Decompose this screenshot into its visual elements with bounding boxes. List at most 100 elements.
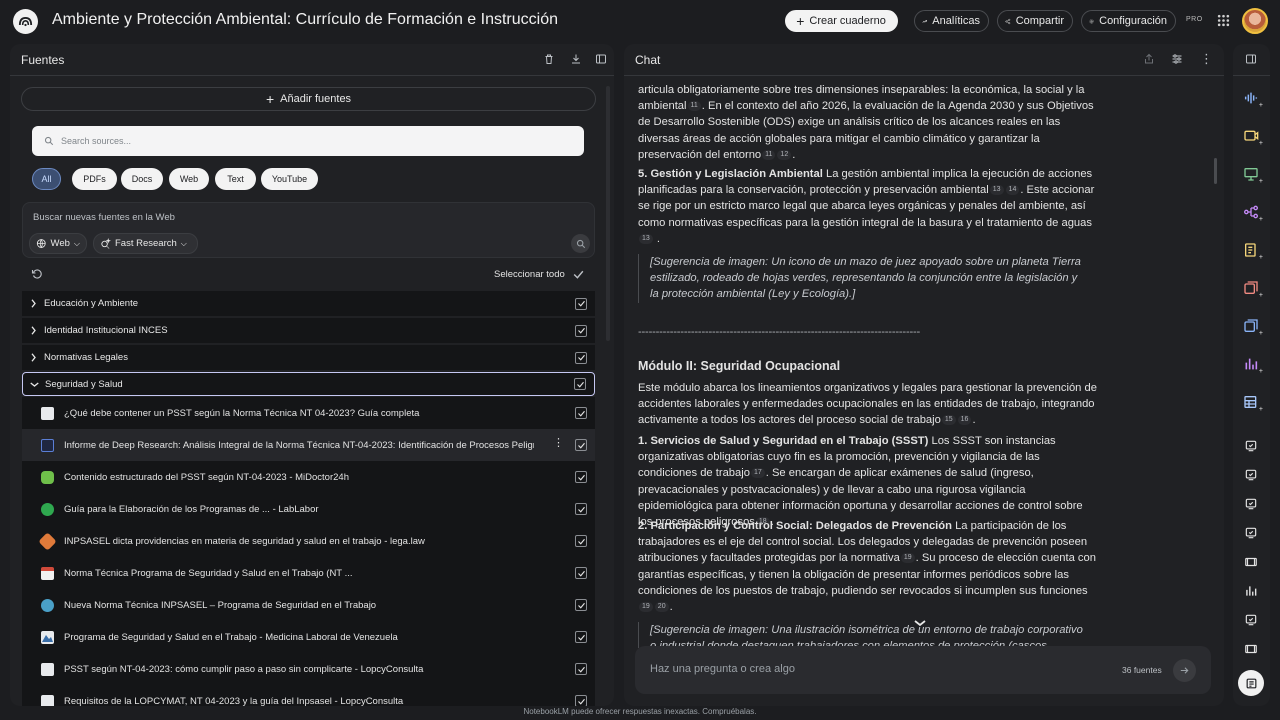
- checkbox-checked[interactable]: [575, 695, 587, 706]
- checkbox-checked[interactable]: [575, 407, 587, 419]
- source-item[interactable]: Requisitos de la LOPCYMAT, NT 04-2023 y …: [22, 685, 595, 706]
- settings-button[interactable]: Configuración: [1081, 10, 1176, 32]
- folder-identidad-inces[interactable]: Identidad Institucional INCES: [22, 318, 595, 343]
- checkbox-checked[interactable]: [575, 535, 587, 547]
- checkbox-checked[interactable]: [575, 631, 587, 643]
- user-avatar[interactable]: [1242, 8, 1268, 34]
- saved-slides-icon[interactable]: [1241, 639, 1261, 659]
- saved-note-icon[interactable]: [1241, 465, 1261, 485]
- mind-map-icon[interactable]: +: [1241, 202, 1263, 223]
- citation-chip[interactable]: 19: [900, 553, 915, 564]
- scroll-down-icon[interactable]: [914, 618, 926, 628]
- saved-note-icon[interactable]: [1241, 436, 1261, 456]
- folder-educacion-ambiente[interactable]: Educación y Ambiente: [22, 291, 595, 316]
- saved-slides-icon[interactable]: [1241, 552, 1261, 572]
- notebook-title[interactable]: Ambiente y Protección Ambiental: Currícu…: [52, 11, 558, 29]
- flashcards-icon[interactable]: +: [1241, 278, 1263, 299]
- web-search-submit-button[interactable]: [571, 234, 590, 253]
- expand-panel-icon[interactable]: [1245, 53, 1257, 65]
- citation-chip[interactable]: 13: [989, 185, 1004, 196]
- citation-chip[interactable]: 15: [941, 415, 956, 426]
- saved-note-icon[interactable]: [1241, 610, 1261, 630]
- web-dropdown-label: Web: [50, 238, 70, 249]
- citation-chip[interactable]: 17: [750, 468, 765, 479]
- video-overview-icon[interactable]: +: [1241, 126, 1263, 147]
- add-note-button[interactable]: [1238, 670, 1264, 696]
- citation-chip[interactable]: 19: [639, 602, 653, 613]
- add-sources-button[interactable]: + Añadir fuentes: [21, 87, 596, 111]
- source-label: Programa de Seguridad y Salud en el Trab…: [64, 631, 398, 643]
- share-label: Compartir: [1015, 15, 1064, 27]
- citation-chip[interactable]: 14: [1005, 185, 1020, 196]
- export-icon[interactable]: [1143, 53, 1155, 65]
- filter-chip-youtube[interactable]: YouTube: [261, 168, 318, 190]
- source-item[interactable]: Nueva Norma Técnica INPSASEL – Programa …: [22, 589, 595, 621]
- source-item[interactable]: PSST según NT-04-2023: cómo cumplir paso…: [22, 653, 595, 685]
- folder-normativas-legales[interactable]: Normativas Legales: [22, 345, 595, 370]
- filter-chip-pdfs[interactable]: PDFs: [72, 168, 117, 190]
- source-item[interactable]: Programa de Seguridad y Salud en el Trab…: [22, 621, 595, 653]
- web-source-dropdown[interactable]: Web ⌵: [29, 233, 87, 254]
- research-mode-dropdown[interactable]: Fast Research ⌵: [93, 233, 198, 254]
- search-sources-box[interactable]: [32, 126, 584, 156]
- checkbox-checked[interactable]: [574, 378, 586, 390]
- presentation-icon[interactable]: +: [1241, 164, 1263, 185]
- filter-chip-docs[interactable]: Docs: [121, 168, 163, 190]
- saved-chart-icon[interactable]: [1241, 581, 1261, 601]
- sources-scrollbar[interactable]: [606, 86, 610, 341]
- source-item[interactable]: Norma Técnica Programa de Seguridad y Sa…: [22, 557, 595, 589]
- audio-overview-icon[interactable]: +: [1241, 88, 1263, 109]
- filter-chip-all[interactable]: All: [32, 168, 61, 190]
- share-button[interactable]: Compartir: [997, 10, 1073, 32]
- send-button[interactable]: [1173, 659, 1196, 682]
- search-sources-input[interactable]: [61, 136, 541, 146]
- checkbox-checked[interactable]: [575, 297, 587, 310]
- more-options-icon[interactable]: ⋮: [553, 438, 564, 449]
- source-item[interactable]: Contenido estructurado del PSST según NT…: [22, 461, 595, 493]
- citation-chip[interactable]: 12: [777, 149, 792, 160]
- folder-seguridad-salud[interactable]: Seguridad y Salud: [22, 372, 595, 396]
- chat-scrollbar[interactable]: [1214, 158, 1217, 184]
- citation-chip[interactable]: 20: [654, 602, 669, 613]
- checkbox-checked[interactable]: [575, 503, 587, 515]
- source-item[interactable]: INPSASEL dicta providencias en materia d…: [22, 525, 595, 557]
- apps-grid-icon[interactable]: [1217, 14, 1230, 32]
- citation-chip[interactable]: 11: [687, 101, 701, 112]
- filter-chip-web[interactable]: Web: [169, 168, 209, 190]
- report-icon[interactable]: +: [1241, 240, 1263, 261]
- source-item[interactable]: Guía para la Elaboración de los Programa…: [22, 493, 595, 525]
- create-notebook-button[interactable]: + Crear cuaderno: [785, 10, 898, 32]
- infographic-icon[interactable]: +: [1241, 354, 1263, 375]
- saved-note-icon[interactable]: [1241, 523, 1261, 543]
- download-icon[interactable]: [570, 53, 582, 65]
- checkbox-checked[interactable]: [575, 471, 587, 483]
- saved-note-icon[interactable]: [1241, 494, 1261, 514]
- checkbox-checked[interactable]: [575, 439, 587, 451]
- filter-chip-text[interactable]: Text: [215, 168, 256, 190]
- checkbox-checked[interactable]: [575, 599, 587, 611]
- citation-chip[interactable]: 16: [957, 415, 972, 426]
- source-item[interactable]: ¿Qué debe contener un PSST según la Norm…: [22, 397, 595, 429]
- source-item[interactable]: Informe de Deep Research: Análisis Integ…: [22, 429, 595, 461]
- source-favicon-icon: [41, 502, 54, 516]
- select-all-checkbox[interactable]: [572, 268, 585, 281]
- quiz-icon[interactable]: +: [1241, 316, 1263, 337]
- citation-chip[interactable]: 13: [639, 233, 653, 244]
- trash-icon[interactable]: [543, 53, 555, 65]
- tune-settings-icon[interactable]: [1171, 53, 1183, 65]
- checkbox-checked[interactable]: [575, 324, 587, 337]
- collapse-panel-icon[interactable]: [595, 53, 607, 65]
- data-table-icon[interactable]: +: [1241, 392, 1263, 413]
- notebooklm-logo-icon[interactable]: [13, 9, 38, 34]
- select-all-label[interactable]: Seleccionar todo: [494, 269, 565, 280]
- section-heading: 5. Gestión y Legislación Ambiental: [638, 168, 823, 180]
- source-label: Nueva Norma Técnica INPSASEL – Programa …: [64, 599, 377, 611]
- chat-input[interactable]: [650, 663, 1050, 675]
- checkbox-checked[interactable]: [575, 663, 587, 675]
- citation-chip[interactable]: 11: [762, 149, 776, 160]
- checkbox-checked[interactable]: [575, 351, 587, 364]
- more-vert-icon[interactable]: ⋮: [1200, 51, 1213, 67]
- analytics-button[interactable]: Analíticas: [914, 10, 989, 32]
- checkbox-checked[interactable]: [575, 567, 587, 579]
- refresh-icon[interactable]: [31, 268, 43, 280]
